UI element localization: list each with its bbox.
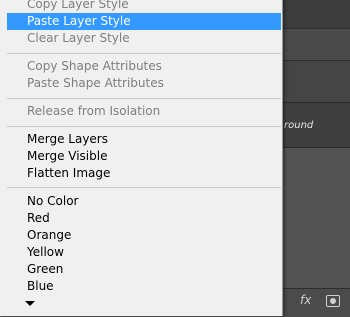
menu-item-label: Copy Shape Attributes	[27, 59, 162, 73]
layer-row-background[interactable]: round	[282, 102, 350, 148]
menu-item-label: Blue	[27, 279, 54, 293]
menu-item-copy-layer-style[interactable]: Copy Layer Style	[7, 0, 281, 13]
menu-item-label: Paste Shape Attributes	[27, 76, 164, 90]
menu-item-label: Paste Layer Style	[27, 14, 131, 28]
panel-strip	[282, 60, 350, 103]
menu-item-label: No Color	[27, 194, 79, 208]
panel-strip	[282, 28, 350, 61]
menu-item-no-color[interactable]: No Color	[7, 193, 281, 210]
menu-item-yellow[interactable]: Yellow	[7, 244, 281, 261]
fx-icon[interactable]: fx	[300, 293, 311, 307]
panel-header-strip	[282, 0, 350, 28]
menu-item-label: Green	[27, 262, 64, 276]
menu-item-label: Copy Layer Style	[27, 0, 129, 11]
menu-item-label: Merge Layers	[27, 132, 108, 146]
menu-item-merge-layers[interactable]: Merge Layers	[7, 131, 281, 148]
menu-item-merge-visible[interactable]: Merge Visible	[7, 148, 281, 165]
menu-separator	[7, 53, 281, 54]
menu-item-label: Yellow	[27, 245, 64, 259]
layer-context-menu: Copy Layer Style Paste Layer Style Clear…	[0, 0, 283, 316]
menu-separator	[7, 187, 281, 188]
menu-item-label: Orange	[27, 228, 72, 242]
layer-name: round	[284, 120, 314, 131]
menu-separator	[7, 126, 281, 127]
layer-mask-icon[interactable]	[326, 295, 340, 307]
menu-item-label: Clear Layer Style	[27, 31, 130, 45]
menu-item-paste-shape-attributes[interactable]: Paste Shape Attributes	[7, 75, 281, 92]
menu-item-label: Red	[27, 211, 50, 225]
menu-item-release-from-isolation[interactable]: Release from Isolation	[7, 103, 281, 120]
menu-item-red[interactable]: Red	[7, 210, 281, 227]
chevron-down-icon[interactable]	[25, 301, 35, 306]
menu-item-copy-shape-attributes[interactable]: Copy Shape Attributes	[7, 58, 281, 75]
menu-item-label: Release from Isolation	[27, 104, 161, 118]
menu-item-blue[interactable]: Blue	[7, 278, 281, 295]
menu-item-green[interactable]: Green	[7, 261, 281, 278]
menu-item-orange[interactable]: Orange	[7, 227, 281, 244]
menu-item-label: Merge Visible	[27, 149, 108, 163]
menu-item-paste-layer-style[interactable]: Paste Layer Style	[7, 13, 281, 30]
menu-item-flatten-image[interactable]: Flatten Image	[7, 165, 281, 182]
menu-item-label: Flatten Image	[27, 166, 111, 180]
menu-item-clear-layer-style[interactable]: Clear Layer Style	[7, 30, 281, 47]
menu-separator	[7, 98, 281, 99]
